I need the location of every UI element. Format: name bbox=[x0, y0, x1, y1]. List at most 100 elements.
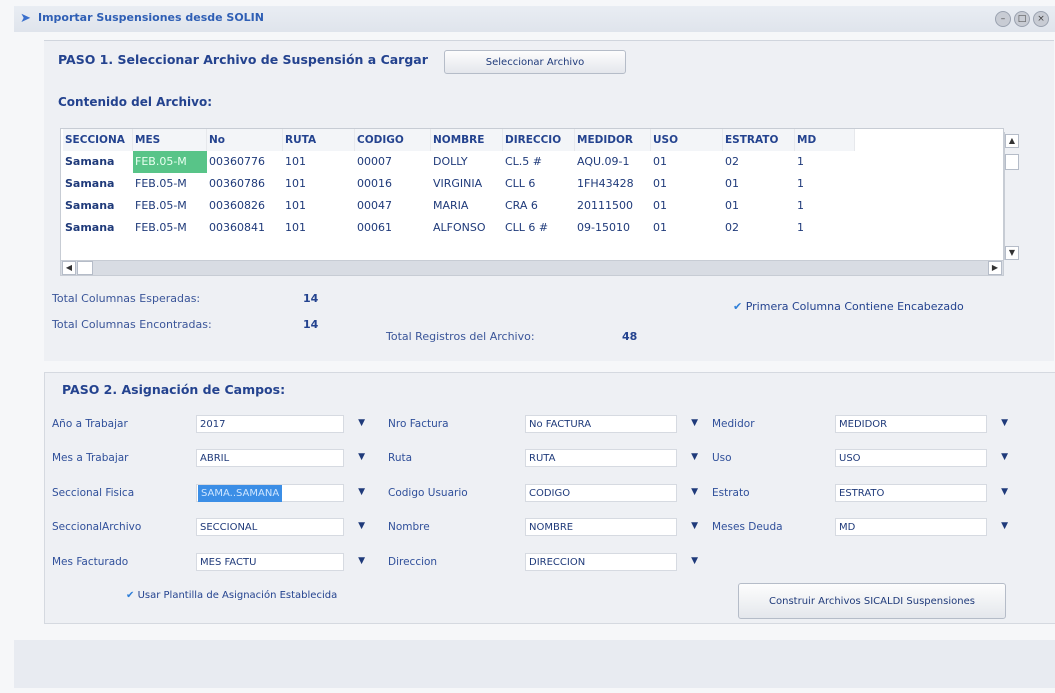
chevron-down-icon[interactable]: ▼ bbox=[358, 452, 365, 462]
chevron-down-icon[interactable]: ▼ bbox=[358, 418, 365, 428]
table-cell[interactable]: MARIA bbox=[431, 195, 503, 217]
table-cell[interactable]: 00360841 bbox=[207, 217, 283, 239]
table-cell[interactable]: FEB.05-M bbox=[133, 217, 207, 239]
chevron-down-icon[interactable]: ▼ bbox=[358, 487, 365, 497]
scroll-down-icon[interactable]: ▼ bbox=[1005, 246, 1019, 260]
vertical-scrollbar[interactable]: ▲ ▼ bbox=[1004, 132, 1019, 260]
table-cell[interactable]: FEB.05-M bbox=[133, 151, 207, 173]
maximize-icon[interactable]: □ bbox=[1014, 11, 1030, 27]
chevron-down-icon[interactable]: ▼ bbox=[691, 487, 698, 497]
minimize-icon[interactable]: – bbox=[995, 11, 1011, 27]
chevron-down-icon[interactable]: ▼ bbox=[691, 521, 698, 531]
table-cell[interactable]: ALFONSO bbox=[431, 217, 503, 239]
table-cell[interactable]: 101 bbox=[283, 217, 355, 239]
column-header[interactable]: CODIGO bbox=[355, 129, 431, 151]
column-header[interactable]: USO bbox=[651, 129, 723, 151]
field-select[interactable]: MD ▼ bbox=[835, 518, 1008, 536]
table-cell[interactable]: 01 bbox=[651, 151, 723, 173]
scroll-right-icon[interactable]: ▶ bbox=[988, 261, 1002, 275]
chevron-down-icon[interactable]: ▼ bbox=[1001, 487, 1008, 497]
field-select[interactable]: RUTA ▼ bbox=[525, 449, 698, 467]
scroll-up-icon[interactable]: ▲ bbox=[1005, 134, 1019, 148]
hscroll-thumb[interactable] bbox=[77, 261, 93, 275]
table-cell[interactable]: Samana bbox=[63, 173, 133, 195]
table-cell[interactable]: FEB.05-M bbox=[133, 195, 207, 217]
field-label: Ruta bbox=[388, 452, 413, 464]
table-cell[interactable]: 01 bbox=[651, 173, 723, 195]
table-cell[interactable]: 1 bbox=[795, 151, 855, 173]
table-cell[interactable]: 1FH43428 bbox=[575, 173, 651, 195]
field-select[interactable]: ESTRATO ▼ bbox=[835, 484, 1008, 502]
table-cell[interactable]: 101 bbox=[283, 173, 355, 195]
close-icon[interactable]: × bbox=[1033, 11, 1049, 27]
table-cell[interactable]: 1 bbox=[795, 173, 855, 195]
column-header[interactable]: DIRECCIO bbox=[503, 129, 575, 151]
field-select[interactable]: CODIGO ▼ bbox=[525, 484, 698, 502]
field-select[interactable]: NOMBRE ▼ bbox=[525, 518, 698, 536]
table-cell[interactable]: AQU.09-1 bbox=[575, 151, 651, 173]
table-cell[interactable]: 09-15010 bbox=[575, 217, 651, 239]
chevron-down-icon[interactable]: ▼ bbox=[358, 521, 365, 531]
chevron-down-icon[interactable]: ▼ bbox=[1001, 452, 1008, 462]
template-checkbox[interactable]: ✔ Usar Plantilla de Asignación Estableci… bbox=[126, 590, 337, 601]
table-cell[interactable]: 02 bbox=[723, 151, 795, 173]
column-header[interactable]: SECCIONA bbox=[63, 129, 133, 151]
chevron-down-icon[interactable]: ▼ bbox=[358, 556, 365, 566]
column-header[interactable]: No bbox=[207, 129, 283, 151]
table-cell[interactable]: 00360776 bbox=[207, 151, 283, 173]
table-cell[interactable]: Samana bbox=[63, 151, 133, 173]
field-select[interactable]: DIRECCION ▼ bbox=[525, 553, 698, 571]
table-cell[interactable]: 00047 bbox=[355, 195, 431, 217]
column-header[interactable]: NOMBRE bbox=[431, 129, 503, 151]
column-header[interactable]: MES bbox=[133, 129, 207, 151]
header-checkbox[interactable]: ✔ Primera Columna Contiene Encabezado bbox=[733, 300, 964, 313]
table-cell[interactable]: 01 bbox=[723, 173, 795, 195]
chevron-down-icon[interactable]: ▼ bbox=[691, 556, 698, 566]
table-cell[interactable]: VIRGINIA bbox=[431, 173, 503, 195]
column-header[interactable]: MEDIDOR bbox=[575, 129, 651, 151]
field-select[interactable]: 2017 ▼ bbox=[196, 415, 365, 433]
scroll-thumb[interactable] bbox=[1005, 154, 1019, 170]
table-cell[interactable]: CLL 6 bbox=[503, 173, 575, 195]
table-cell[interactable]: 00007 bbox=[355, 151, 431, 173]
table-cell[interactable]: DOLLY bbox=[431, 151, 503, 173]
table-cell[interactable]: 01 bbox=[723, 195, 795, 217]
field-select[interactable]: ABRIL ▼ bbox=[196, 449, 365, 467]
table-cell[interactable]: 101 bbox=[283, 195, 355, 217]
table-cell[interactable]: 1 bbox=[795, 217, 855, 239]
table-cell[interactable]: 20111500 bbox=[575, 195, 651, 217]
select-file-button[interactable]: Seleccionar Archivo bbox=[444, 50, 626, 74]
table-cell[interactable]: 01 bbox=[651, 195, 723, 217]
table-cell[interactable]: 00360786 bbox=[207, 173, 283, 195]
table-cell[interactable]: CLL 6 # bbox=[503, 217, 575, 239]
table-cell[interactable]: 00061 bbox=[355, 217, 431, 239]
table-cell[interactable]: 02 bbox=[723, 217, 795, 239]
table-cell[interactable]: 00016 bbox=[355, 173, 431, 195]
table-cell[interactable]: 01 bbox=[651, 217, 723, 239]
field-select[interactable]: SAMA..SAMANA ▼ bbox=[196, 484, 365, 502]
column-header[interactable]: ESTRATO bbox=[723, 129, 795, 151]
chevron-down-icon[interactable]: ▼ bbox=[691, 418, 698, 428]
field-select[interactable]: MEDIDOR ▼ bbox=[835, 415, 1008, 433]
table-cell[interactable]: 00360826 bbox=[207, 195, 283, 217]
table-cell[interactable]: 1 bbox=[795, 195, 855, 217]
column-header[interactable]: RUTA bbox=[283, 129, 355, 151]
chevron-down-icon[interactable]: ▼ bbox=[1001, 418, 1008, 428]
field-select[interactable]: USO ▼ bbox=[835, 449, 1008, 467]
table-cell[interactable]: FEB.05-M bbox=[133, 173, 207, 195]
table-cell[interactable]: Samana bbox=[63, 217, 133, 239]
table-cell[interactable]: 101 bbox=[283, 151, 355, 173]
chevron-down-icon[interactable]: ▼ bbox=[691, 452, 698, 462]
column-header[interactable]: MD bbox=[795, 129, 855, 151]
chevron-down-icon[interactable]: ▼ bbox=[1001, 521, 1008, 531]
table-cell[interactable]: CRA 6 bbox=[503, 195, 575, 217]
table-cell[interactable]: Samana bbox=[63, 195, 133, 217]
field-select[interactable]: SECCIONAL ▼ bbox=[196, 518, 365, 536]
file-content-table[interactable]: SECCIONA MES No RUTA CODIGO NOMBRE DIRECCIO MED… bbox=[60, 128, 1004, 262]
horizontal-scrollbar[interactable]: ◀ ▶ bbox=[60, 260, 1004, 276]
build-files-button[interactable]: Construir Archivos SICALDI Suspensiones bbox=[738, 583, 1006, 619]
scroll-left-icon[interactable]: ◀ bbox=[62, 261, 76, 275]
field-select[interactable]: MES FACTU ▼ bbox=[196, 553, 365, 571]
table-cell[interactable]: CL.5 # bbox=[503, 151, 575, 173]
field-select[interactable]: No FACTURA ▼ bbox=[525, 415, 698, 433]
